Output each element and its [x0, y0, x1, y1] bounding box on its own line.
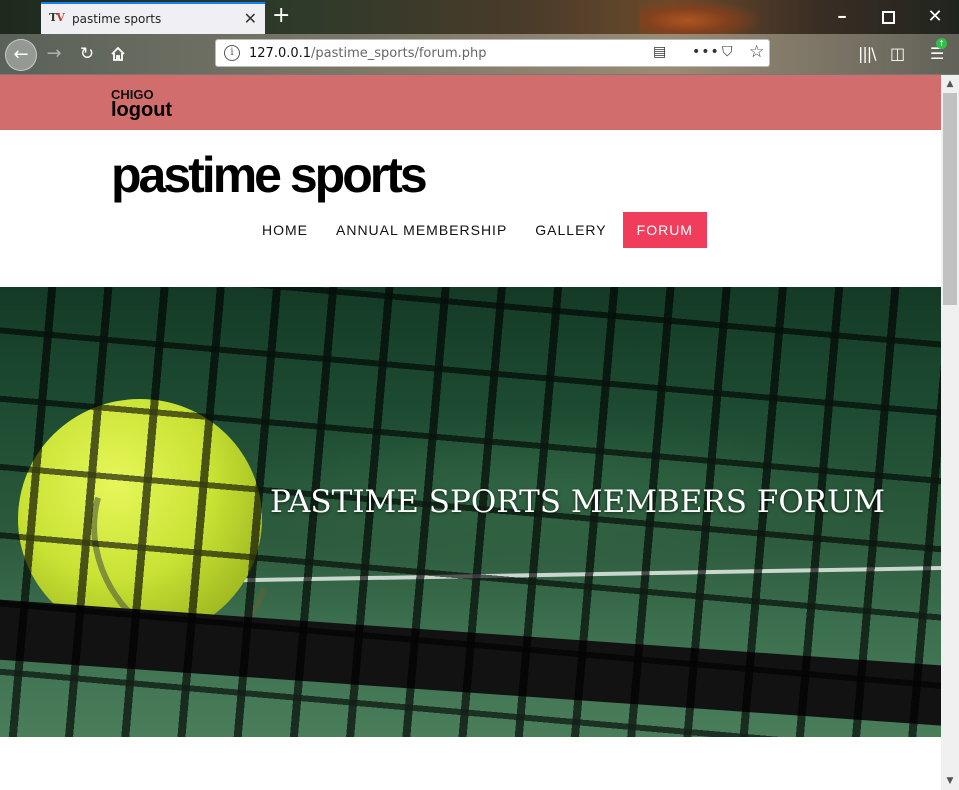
browser-toolbar: ← → ↻ i 127.0.0.1/pastime_sports/forum.p…	[0, 34, 959, 75]
url-host: 127.0.0.1	[249, 46, 312, 61]
new-tab-icon[interactable]: +	[272, 3, 290, 28]
update-available-icon: ↑	[936, 38, 947, 49]
close-tab-icon[interactable]: ✕	[244, 9, 257, 28]
url-path: /pastime_sports/forum.php	[311, 46, 487, 61]
library-icon[interactable]: |||\	[858, 44, 877, 63]
reader-view-icon[interactable]: ▤	[653, 44, 666, 60]
nav-item-gallery[interactable]: GALLERY	[521, 212, 620, 248]
scrollbar-thumb[interactable]	[943, 93, 957, 305]
hamburger-menu-icon[interactable]: ☰ ↑	[930, 38, 947, 63]
pocket-icon[interactable]: ⛉	[722, 44, 733, 60]
site-info-icon[interactable]: i	[224, 45, 240, 61]
theme-fox-image	[640, 0, 760, 34]
forward-arrow-icon[interactable]: →	[39, 39, 69, 69]
user-bar: CHIGO logout	[0, 75, 941, 130]
nav-item-forum[interactable]: FORUM	[622, 212, 707, 248]
sidebar-icon[interactable]: ◫	[890, 44, 905, 63]
nav-item-annual-membership[interactable]: ANNUAL MEMBERSHIP	[322, 212, 521, 248]
url-text[interactable]: 127.0.0.1/pastime_sports/forum.php	[249, 46, 487, 61]
browser-tab[interactable]: TV pastime sports ✕	[41, 2, 265, 34]
page-actions-icon[interactable]: •••	[692, 44, 720, 60]
reload-icon[interactable]: ↻	[72, 39, 102, 69]
logout-link[interactable]: logout	[111, 99, 172, 122]
bookmark-star-icon[interactable]: ☆	[749, 42, 764, 62]
close-window-icon[interactable]: ✕	[912, 0, 958, 34]
back-arrow-icon[interactable]: ←	[5, 39, 37, 71]
page-scrollbar[interactable]: ▲ ▼	[941, 75, 959, 790]
browser-titlebar: TV pastime sports ✕ + ━ ✕	[0, 0, 959, 34]
nav-item-home[interactable]: HOME	[248, 212, 322, 248]
scroll-down-arrow-icon[interactable]: ▼	[941, 776, 959, 786]
hero-title: PASTIME SPORTS MEMBERS FORUM	[270, 484, 885, 520]
site-logo-text[interactable]: pastime sports	[111, 145, 428, 205]
scroll-up-arrow-icon[interactable]: ▲	[941, 79, 959, 89]
site-favicon-icon: TV	[49, 11, 65, 24]
minimize-window-icon[interactable]: ━	[819, 0, 865, 34]
main-nav: HOME ANNUAL MEMBERSHIP GALLERY FORUM	[248, 212, 707, 248]
tab-title: pastime sports	[72, 12, 162, 26]
page-viewport: CHIGO logout pastime sports HOME ANNUAL …	[0, 75, 941, 790]
address-bar[interactable]: i 127.0.0.1/pastime_sports/forum.php ▤ •…	[215, 39, 770, 67]
maximize-window-icon[interactable]	[865, 0, 911, 34]
home-icon[interactable]	[103, 39, 133, 69]
hero-banner: PASTIME SPORTS MEMBERS FORUM	[0, 287, 941, 737]
